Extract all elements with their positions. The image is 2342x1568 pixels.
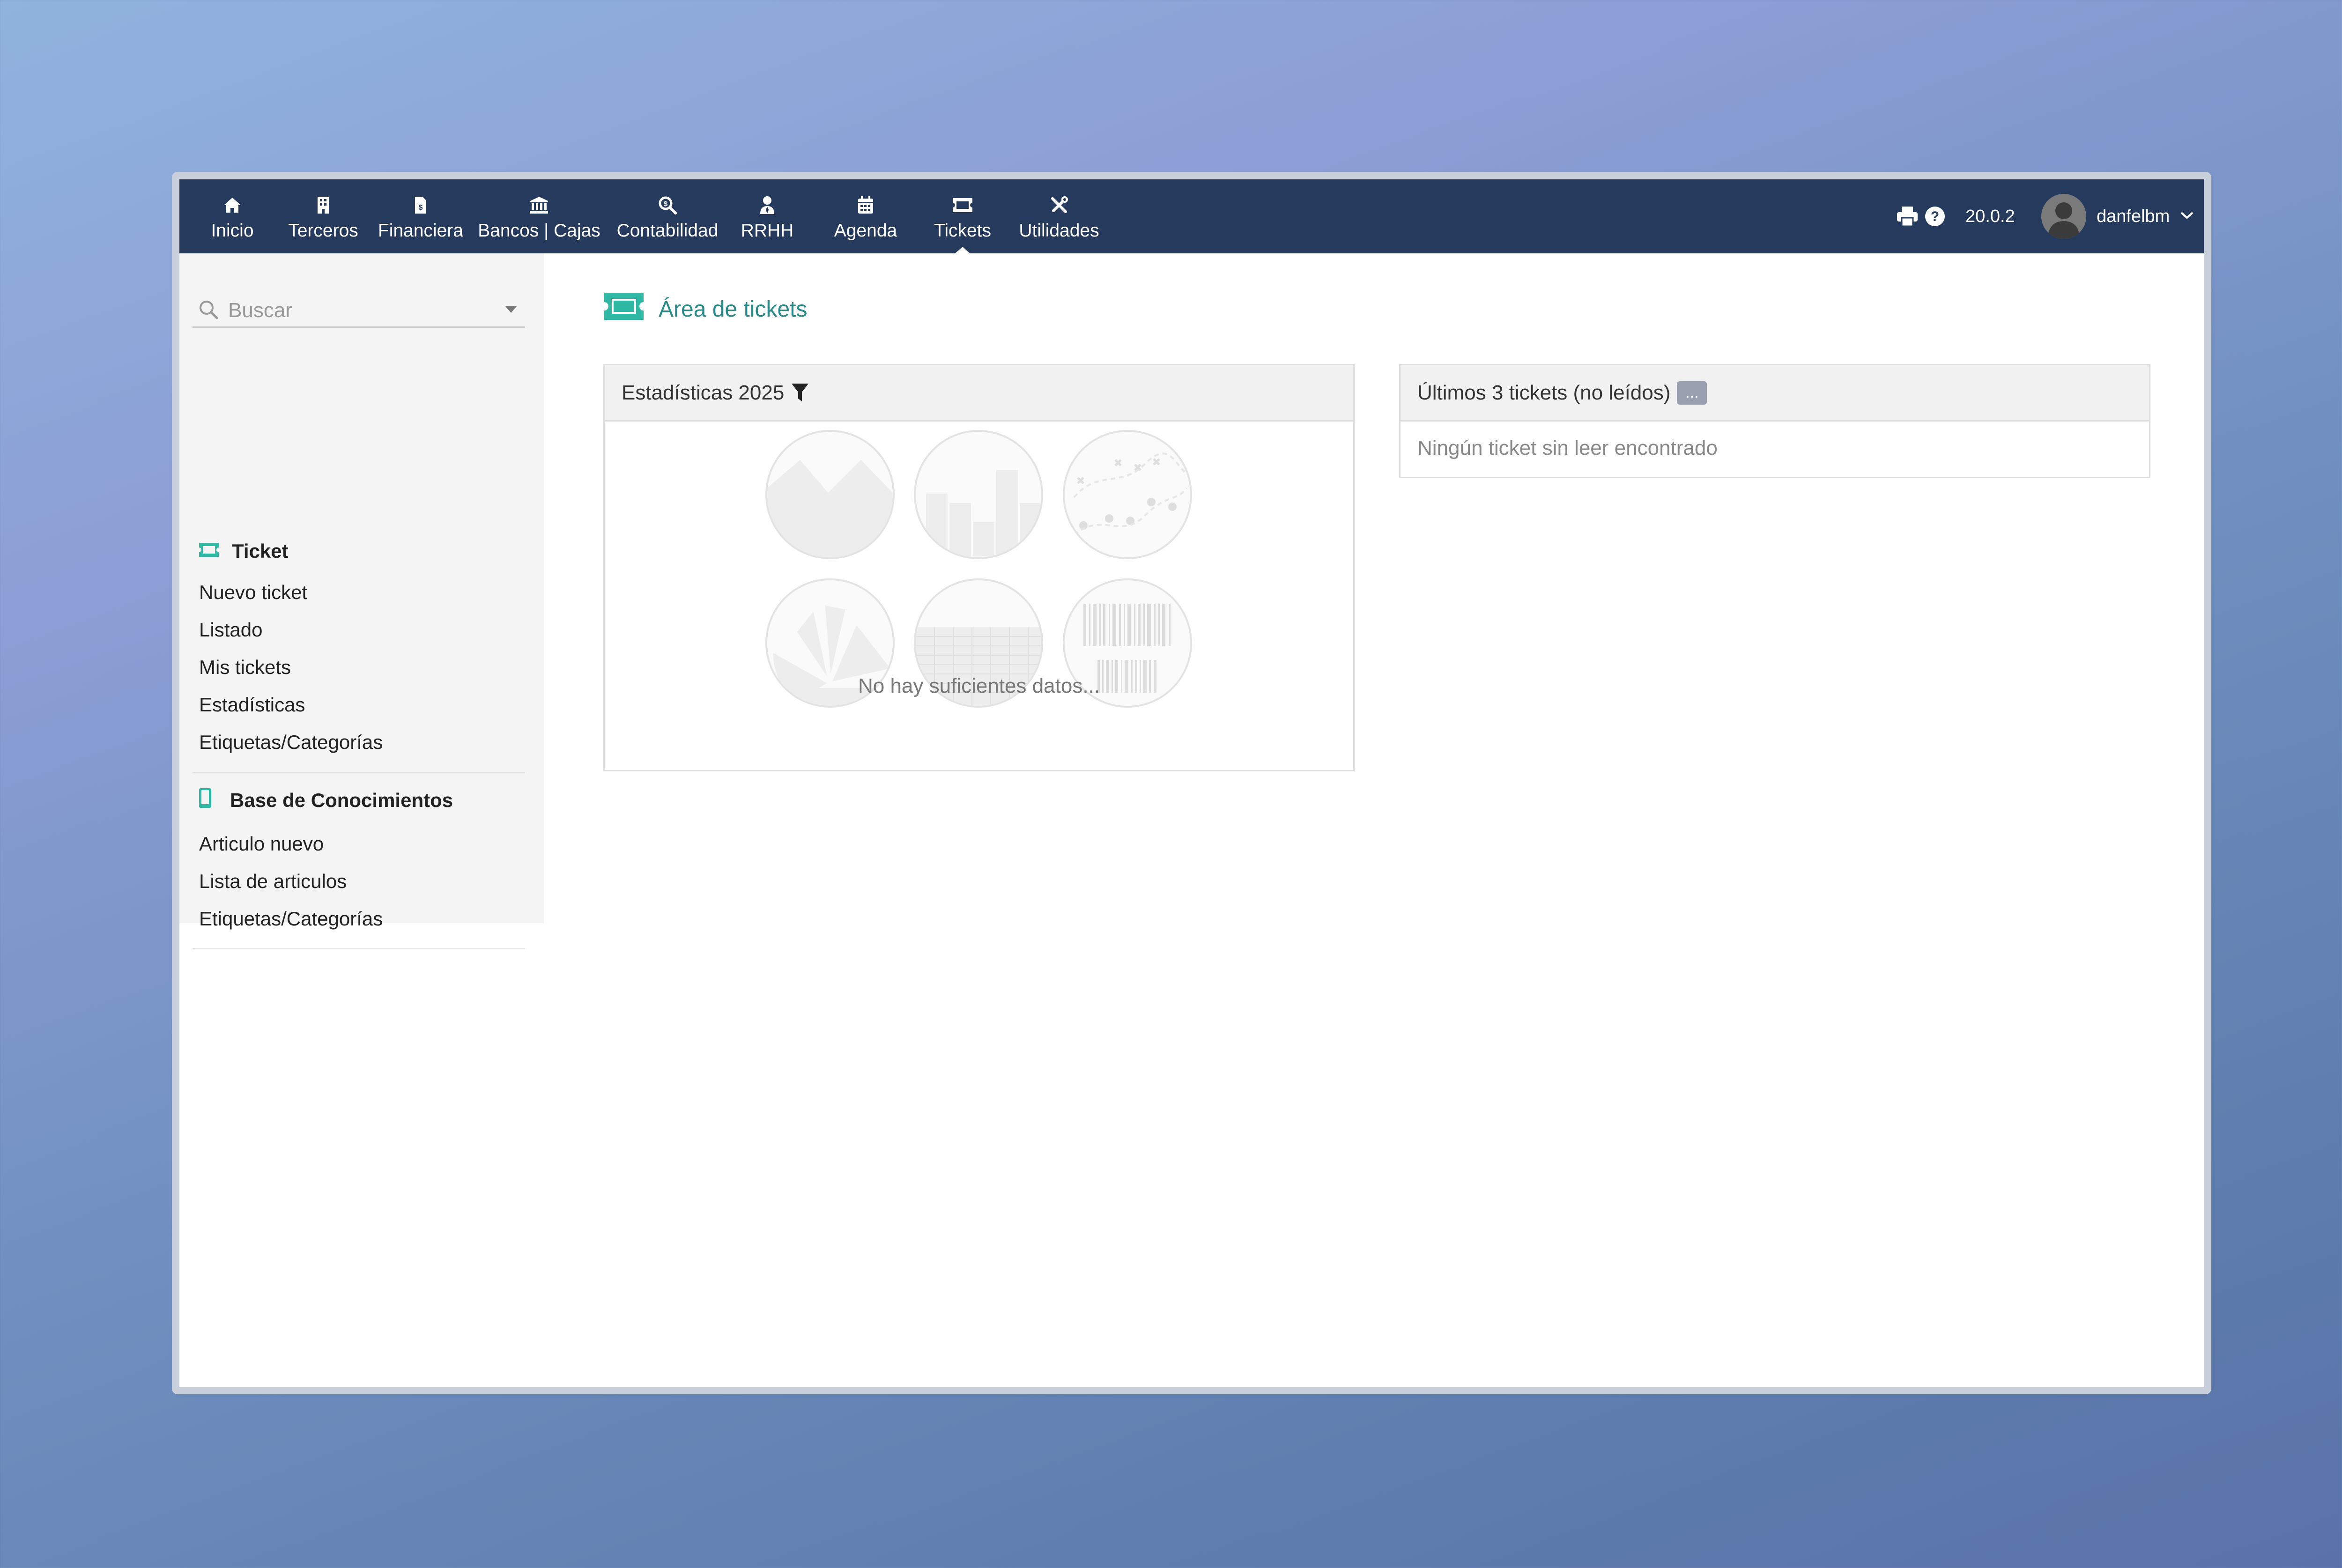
latest-tickets-title: Últimos 3 tickets (no leídos): [1417, 381, 1671, 404]
nav-contabilidad[interactable]: $ Contabilidad: [611, 179, 724, 253]
search-dollar-icon: $: [658, 194, 677, 216]
svg-text:$: $: [419, 204, 423, 212]
section-title-label: Ticket: [232, 540, 289, 562]
nav-bancos-cajas[interactable]: Bancos | Cajas: [478, 179, 600, 253]
version-label: 20.0.2: [1965, 206, 2015, 226]
no-data-message: No hay suficientes datos...: [858, 674, 1100, 697]
page-title-text: Área de tickets: [659, 296, 808, 322]
section-title-label: Base de Conocimientos: [230, 789, 453, 811]
invoice-icon: $: [414, 194, 427, 216]
nav-tickets[interactable]: Tickets: [927, 179, 998, 253]
help-icon[interactable]: ?: [1924, 179, 1946, 253]
placeholder-area-chart: [765, 430, 895, 559]
home-icon: [223, 194, 242, 216]
dropdown-caret-icon[interactable]: [505, 306, 517, 315]
tools-icon: [1050, 194, 1068, 216]
stats-panel-header: Estadísticas 2025: [605, 365, 1353, 422]
sidebar-search: [193, 295, 525, 328]
nav-utilidades[interactable]: Utilidades: [1012, 179, 1106, 253]
app-window: Inicio Terceros $ Financiera Bancos | Ca…: [172, 172, 2211, 1394]
user-tie-icon: [759, 194, 775, 216]
nav-label: Financiera: [378, 221, 464, 241]
section-title-base-conocimientos: Base de Conocimientos: [198, 787, 453, 814]
ticket-icon: [198, 540, 220, 562]
calendar-icon: [857, 194, 874, 216]
nav-label: Agenda: [834, 221, 897, 241]
avatar: [2041, 194, 2086, 239]
chevron-down-icon: [2180, 211, 2194, 222]
nav-inicio[interactable]: Inicio: [202, 179, 263, 253]
nav-label: Tickets: [934, 221, 992, 241]
username: danfelbm: [2097, 206, 2170, 226]
top-navbar: Inicio Terceros $ Financiera Bancos | Ca…: [179, 179, 2204, 253]
nav-label: Bancos | Cajas: [478, 221, 600, 241]
search-icon: [198, 299, 219, 322]
sidebar-item-estadisticas[interactable]: Estadísticas: [199, 694, 305, 716]
bank-icon: [529, 194, 549, 216]
nav-rrhh[interactable]: RRHH: [732, 179, 802, 253]
latest-tickets-header: Últimos 3 tickets (no leídos) ...: [1401, 365, 2149, 422]
user-menu[interactable]: danfelbm: [2041, 179, 2194, 253]
print-icon[interactable]: [1896, 179, 1919, 253]
nav-financiera[interactable]: $ Financiera: [376, 179, 465, 253]
svg-text:?: ?: [1931, 209, 1939, 224]
sidebar-divider: [193, 948, 525, 949]
building-icon: [317, 194, 330, 216]
empty-message: Ningún ticket sin leer encontrado: [1417, 436, 1718, 459]
sidebar-item-lista-articulos[interactable]: Lista de articulos: [199, 870, 347, 893]
nav-terceros[interactable]: Terceros: [283, 179, 363, 253]
nav-label: Utilidades: [1019, 221, 1099, 241]
ticket-icon: [603, 292, 645, 326]
stats-panel-title: Estadísticas 2025: [622, 381, 785, 404]
nav-label: Terceros: [288, 221, 358, 241]
filter-icon[interactable]: [791, 383, 809, 403]
app-content: Inicio Terceros $ Financiera Bancos | Ca…: [179, 179, 2204, 1387]
placeholder-scatter-chart: [1063, 430, 1192, 559]
sidebar-item-etiquetas-categorias[interactable]: Etiquetas/Categorías: [199, 731, 383, 754]
ticket-icon: [952, 194, 973, 216]
section-title-ticket: Ticket: [198, 540, 289, 562]
more-button[interactable]: ...: [1677, 381, 1707, 405]
sidebar-divider: [193, 772, 525, 773]
nav-label: RRHH: [741, 221, 794, 241]
sidebar: Ticket Nuevo ticket Listado Mis tickets …: [179, 253, 544, 949]
sidebar-item-nuevo-ticket[interactable]: Nuevo ticket: [199, 581, 307, 604]
page-title: Área de tickets: [603, 292, 807, 326]
search-input[interactable]: [227, 298, 491, 323]
nav-agenda[interactable]: Agenda: [830, 179, 901, 253]
sidebar-item-mis-tickets[interactable]: Mis tickets: [199, 656, 291, 679]
placeholder-bar-chart: [914, 430, 1043, 559]
nav-label: Inicio: [211, 221, 254, 241]
sidebar-item-listado[interactable]: Listado: [199, 619, 262, 641]
latest-tickets-panel: Últimos 3 tickets (no leídos) ... Ningún…: [1399, 364, 2150, 478]
sidebar-item-etiquetas-categorias-kb[interactable]: Etiquetas/Categorías: [199, 908, 383, 930]
sidebar-item-articulo-nuevo[interactable]: Articulo nuevo: [199, 833, 324, 855]
svg-text:$: $: [664, 200, 668, 208]
stats-panel: Estadísticas 2025 No hay suficientes dat…: [603, 364, 1355, 771]
nav-label: Contabilidad: [616, 221, 719, 241]
book-icon: [198, 787, 212, 814]
